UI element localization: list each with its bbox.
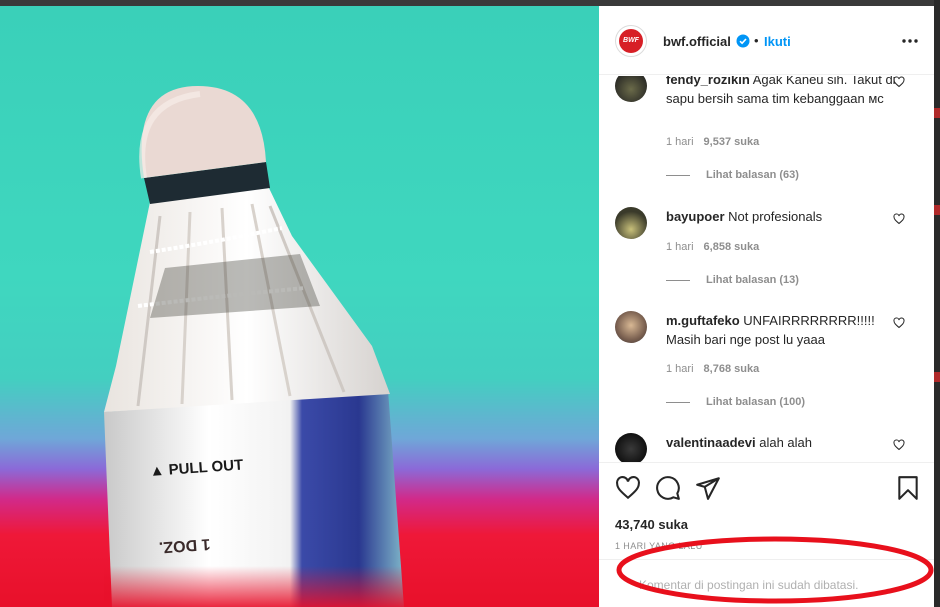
comment-body: valentinaadevi alah alah [666,433,898,452]
verified-badge-icon [736,34,750,48]
view-replies-button[interactable]: Lihat balasan (100) [666,396,805,408]
commenter-username[interactable]: bayupoer [666,209,725,224]
comment-like-icon[interactable] [893,439,905,451]
comment-text: alah alah [759,435,813,450]
screenshot-root: ▲ PULL OUT 1 DOZ. BWF bwf.official • Iku… [0,0,940,607]
more-options-icon[interactable] [901,34,919,48]
comment-meta: 1 hari 9,537 suka [666,136,759,148]
commenter-username[interactable]: valentinaadevi [666,435,756,450]
follow-button[interactable]: Ikuti [764,34,791,49]
view-replies-label: Lihat balasan (63) [706,169,799,181]
post-timestamp[interactable]: 1 HARI YANG LALU [615,541,703,551]
view-replies-button[interactable]: Lihat balasan (13) [666,274,799,286]
view-replies-button[interactable]: Lihat balasan (63) [666,169,799,181]
comments-list[interactable]: fendy_rozikin Agak Kaneu sih. Takut di s… [599,76,934,462]
background-page-strip [934,0,940,607]
post-actions: 43,740 suka 1 HARI YANG LALU Komentar di… [599,462,934,607]
comment-icon[interactable] [655,475,681,501]
post-side-panel: BWF bwf.official • Ikuti fendy_rozikin A… [599,6,934,607]
shuttlecock-image: ▲ PULL OUT 1 DOZ. [104,86,404,607]
commenter-avatar[interactable] [615,76,647,102]
comment-likes[interactable]: 9,537 suka [704,136,760,148]
separator-dot: • [754,33,759,48]
paper-plane-icon[interactable] [695,475,721,501]
account-avatar[interactable]: BWF [615,25,647,57]
comments-restricted-notice: Komentar di postingan ini sudah dibatasi… [599,559,934,607]
commenter-username[interactable]: fendy_rozikin [666,76,750,87]
comment-likes[interactable]: 8,768 suka [704,363,760,375]
commenter-avatar[interactable] [615,433,647,462]
comment-like-icon[interactable] [893,213,905,225]
replies-line [666,174,690,176]
commenter-username[interactable]: m.guftafeko [666,313,740,328]
post-header: BWF bwf.official • Ikuti [599,6,934,75]
comment-body: bayupoer Not profesionals [666,207,898,226]
view-replies-label: Lihat balasan (100) [706,396,806,408]
photo-print-bottom: 1 DOZ. [158,535,211,556]
comment-like-icon[interactable] [893,76,905,88]
commenter-avatar[interactable] [615,207,647,239]
comment-meta: 1 hari 6,858 suka [666,241,759,253]
comment-text: Not profesionals [728,209,823,224]
comment-time: 1 hari [666,136,694,148]
comment-body: fendy_rozikin Agak Kaneu sih. Takut di s… [666,76,898,108]
replies-line [666,279,690,281]
heart-icon[interactable] [615,475,641,501]
restricted-text: Komentar di postingan ini sudah dibatasi… [639,578,859,592]
comment-likes[interactable]: 6,858 suka [704,241,760,253]
comment-time: 1 hari [666,241,694,253]
post-photo[interactable]: ▲ PULL OUT 1 DOZ. [0,6,599,607]
likes-count[interactable]: 43,740 suka [615,517,688,532]
account-username[interactable]: bwf.official [663,34,731,49]
comment-meta: 1 hari 8,768 suka [666,363,759,375]
comment-body: m.guftafeko UNFAIRRRRRRRR!!!!! Masih bar… [666,311,898,349]
bookmark-icon[interactable] [895,475,921,501]
comment-time: 1 hari [666,363,694,375]
view-replies-label: Lihat balasan (13) [706,274,799,286]
replies-line [666,401,690,403]
comment-like-icon[interactable] [893,317,905,329]
bwf-logo: BWF [619,29,643,53]
commenter-avatar[interactable] [615,311,647,343]
